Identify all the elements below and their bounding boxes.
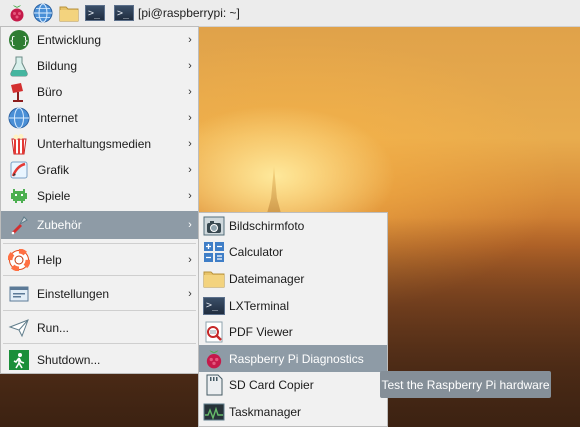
menu-separator [3, 243, 196, 244]
submenu-item-label: Calculator [229, 245, 284, 259]
submenu-arrow-icon: › [188, 190, 192, 202]
submenu-arrow-icon: › [188, 34, 192, 46]
submenu-arrow-icon: › [188, 288, 192, 300]
browser-launcher[interactable] [32, 2, 54, 24]
submenu-item-pdf-viewer[interactable]: PDF Viewer [199, 319, 387, 345]
menu-item-spiele[interactable]: Spiele › [1, 183, 198, 209]
application-menu: { } Entwicklung › Bildung › Büro › Inter… [0, 26, 199, 374]
menu-item-grafik[interactable]: Grafik › [1, 157, 198, 183]
education-icon [7, 54, 31, 78]
submenu-arrow-icon: › [188, 138, 192, 150]
submenu-arrow-icon: › [188, 219, 192, 231]
menu-item-run[interactable]: Run... [1, 315, 198, 341]
folder-icon [59, 6, 79, 22]
globe-icon [33, 3, 53, 23]
menu-separator [3, 310, 196, 311]
menu-item-label: Run... [37, 321, 70, 335]
raspberry-icon [203, 348, 225, 370]
submenu-item-raspberry-pi-diagnostics[interactable]: Raspberry Pi Diagnostics [199, 345, 387, 372]
menu-item-zubehoer[interactable]: Zubehör › [1, 211, 198, 239]
submenu-item-label: SD Card Copier [229, 378, 314, 392]
accessories-icon [7, 213, 31, 237]
shutdown-icon [7, 348, 31, 372]
submenu-item-taskmanager[interactable]: Taskmanager [199, 399, 387, 425]
camera-icon [203, 215, 225, 237]
menu-item-internet[interactable]: Internet › [1, 105, 198, 131]
task-manager-icon [203, 401, 225, 423]
submenu-item-dateimanager[interactable]: Dateimanager [199, 266, 387, 292]
submenu-item-label: LXTerminal [229, 299, 290, 313]
terminal-icon: >_ [85, 5, 105, 21]
submenu-item-bildschirmfoto[interactable]: Bildschirmfoto [199, 213, 387, 239]
menu-separator [3, 275, 196, 276]
submenu-item-label: Taskmanager [229, 405, 302, 419]
menu-item-label: Entwicklung [37, 33, 102, 47]
run-icon [7, 316, 31, 340]
submenu-item-label: Dateimanager [229, 272, 305, 286]
menu-item-entwicklung[interactable]: { } Entwicklung › [1, 27, 198, 53]
menu-item-label: Help [37, 253, 62, 267]
raspberry-icon [10, 5, 24, 22]
submenu-item-label: PDF Viewer [229, 325, 293, 339]
file-manager-launcher[interactable] [58, 2, 80, 24]
menu-item-einstellungen[interactable]: Einstellungen › [1, 281, 198, 307]
top-panel: >_ >_ [pi@raspberrypi: ~] [0, 0, 580, 27]
menu-item-label: Bildung [37, 59, 78, 73]
submenu-item-sd-card-copier[interactable]: SD Card Copier [199, 372, 387, 398]
taskbar-window-button[interactable]: >_ [pi@raspberrypi: ~] [112, 2, 246, 24]
menu-item-help[interactable]: Help › [1, 247, 198, 273]
menu-item-bildung[interactable]: Bildung › [1, 53, 198, 79]
raspberry-menu-button[interactable] [6, 2, 28, 24]
preferences-icon [7, 282, 31, 306]
menu-item-label: Shutdown... [37, 353, 101, 367]
sd-card-icon [203, 374, 225, 396]
calculator-icon [203, 241, 225, 263]
submenu-arrow-icon: › [188, 254, 192, 266]
terminal-launcher[interactable]: >_ [84, 2, 106, 24]
media-icon [7, 132, 31, 156]
submenu-arrow-icon: › [188, 60, 192, 72]
menu-item-label: Büro [37, 85, 63, 99]
menu-item-buero[interactable]: Büro › [1, 79, 198, 105]
terminal-icon: >_ [203, 295, 225, 317]
terminal-icon: >_ [114, 5, 134, 21]
menu-item-label: Einstellungen [37, 287, 110, 301]
taskbar-window-title: [pi@raspberrypi: ~] [138, 6, 240, 20]
submenu-item-label: Bildschirmfoto [229, 219, 305, 233]
menu-item-label: Spiele [37, 189, 71, 203]
submenu-arrow-icon: › [188, 164, 192, 176]
submenu-item-label: Raspberry Pi Diagnostics [229, 351, 364, 366]
menu-item-label: Grafik [37, 163, 70, 177]
help-icon [7, 248, 31, 272]
tooltip: Test the Raspberry Pi hardware [380, 371, 551, 398]
pdf-viewer-icon [203, 321, 225, 343]
menu-item-shutdown[interactable]: Shutdown... [1, 347, 198, 373]
folder-icon [203, 268, 225, 290]
globe-icon [7, 106, 31, 130]
menu-item-label: Zubehör [37, 218, 82, 232]
office-icon [7, 80, 31, 104]
submenu-arrow-icon: › [188, 112, 192, 124]
tooltip-text: Test the Raspberry Pi hardware [381, 377, 550, 392]
submenu-arrow-icon: › [188, 86, 192, 98]
menu-item-label: Internet [37, 111, 78, 125]
menu-separator [3, 343, 196, 344]
programming-icon: { } [7, 28, 31, 52]
menu-item-unterhaltungsmedien[interactable]: Unterhaltungsmedien › [1, 131, 198, 157]
accessories-submenu: Bildschirmfoto Calculator Dateimanager >… [198, 212, 388, 427]
graphics-icon [7, 158, 31, 182]
svg-text:{ }: { } [9, 34, 29, 47]
submenu-item-calculator[interactable]: Calculator [199, 239, 387, 265]
games-icon [7, 184, 31, 208]
menu-item-label: Unterhaltungsmedien [37, 137, 152, 151]
submenu-item-lxterminal[interactable]: >_ LXTerminal [199, 293, 387, 319]
